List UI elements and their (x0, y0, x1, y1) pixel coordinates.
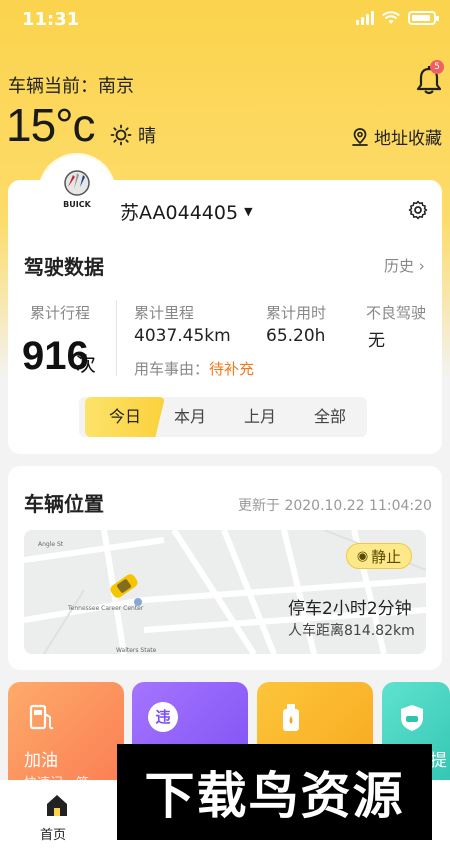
history-label: 历史 (384, 257, 415, 275)
vehicle-status-label: 静止 (371, 547, 402, 566)
weather: 晴 (110, 122, 156, 148)
violation-icon: 违 (148, 702, 178, 732)
trips-label: 累计行程 (30, 304, 91, 322)
map-pin-icon (352, 127, 368, 146)
tab-all[interactable]: 全部 (295, 397, 365, 437)
battery-icon (408, 11, 439, 25)
update-time: 更新于 2020.10.22 11:04:20 (238, 498, 432, 514)
period-tabs: 今日 本月 上月 全部 (79, 397, 367, 437)
brand-text: BUICK (63, 200, 91, 209)
usage-reason-value[interactable]: 待补充 (209, 360, 254, 378)
buick-logo-icon: BUICK (63, 170, 92, 209)
tab-last-month[interactable]: 上月 (225, 397, 295, 437)
shield-car-icon (401, 705, 423, 731)
duration-value: 65.20h (266, 326, 326, 346)
address-favorites-label: 地址收藏 (374, 129, 442, 149)
brand-logo: BUICK (40, 155, 114, 229)
bad-driving-value: 无 (368, 331, 385, 351)
fuel-pump-icon (29, 704, 54, 730)
nav-home[interactable] (30, 792, 74, 822)
vehicle-location: 车辆当前：南京 (8, 72, 134, 98)
nav-home-label: 首页 (40, 828, 67, 843)
temperature: 15°c (6, 99, 96, 151)
watermark: 下载鸟资源 (117, 744, 432, 840)
map-label-walters-state: Walters State (116, 647, 157, 654)
home-icon (46, 795, 67, 816)
tab-this-month[interactable]: 本月 (155, 397, 225, 437)
mileage-label: 累计里程 (134, 304, 195, 322)
signal-icon (356, 11, 374, 25)
caret-down-icon: ▼ (244, 205, 253, 218)
service-fuel-label: 加油 (24, 751, 58, 771)
plate-number: 苏AA044405 (120, 202, 239, 224)
pin-icon: ◉ (356, 548, 369, 564)
map-label-career-center: Tennessee Career Center (67, 605, 144, 612)
vehicle-status-badge: ◉ 静止 (346, 543, 412, 569)
wifi-icon (382, 11, 400, 24)
mileage-value: 4037.45km (134, 326, 231, 346)
duration-label: 累计用时 (266, 304, 327, 322)
vehicle-selector[interactable]: 苏AA044405 ▼ (120, 198, 253, 225)
tab-today[interactable]: 今日 (85, 397, 165, 437)
sun-icon (110, 124, 132, 146)
notification-badge: 5 (430, 60, 444, 74)
driving-data-title: 驾驶数据 (24, 255, 104, 279)
watermark-text: 下载鸟资源 (144, 767, 405, 825)
service-reminder-label: 提 (430, 751, 447, 771)
chevron-right-icon: › (418, 257, 425, 275)
stats-divider (116, 300, 117, 376)
status-time: 11:31 (22, 9, 80, 30)
status-icons (356, 11, 439, 25)
parked-duration: 停车2小时2分钟 (288, 599, 412, 619)
map-label-angle-st: Angle St (38, 541, 64, 548)
gear-icon[interactable] (408, 200, 428, 220)
address-favorites-button[interactable]: 地址收藏 (350, 124, 442, 149)
usage-reason: 用车事由：待补充 (134, 358, 254, 379)
weather-label: 晴 (138, 126, 156, 147)
bad-driving-label: 不良驾驶 (366, 304, 427, 322)
trips-unit: 次 (76, 352, 96, 376)
position-title: 车辆位置 (24, 492, 104, 516)
status-bar: 11:31 (0, 0, 450, 40)
oil-bottle-icon (283, 704, 299, 731)
distance-label: 人车距离814.82km (288, 623, 415, 639)
vehicle-location-label: 车辆当前：南京 (8, 76, 134, 97)
history-link[interactable]: 历史 › (384, 255, 425, 276)
usage-reason-label: 用车事由： (134, 360, 210, 378)
